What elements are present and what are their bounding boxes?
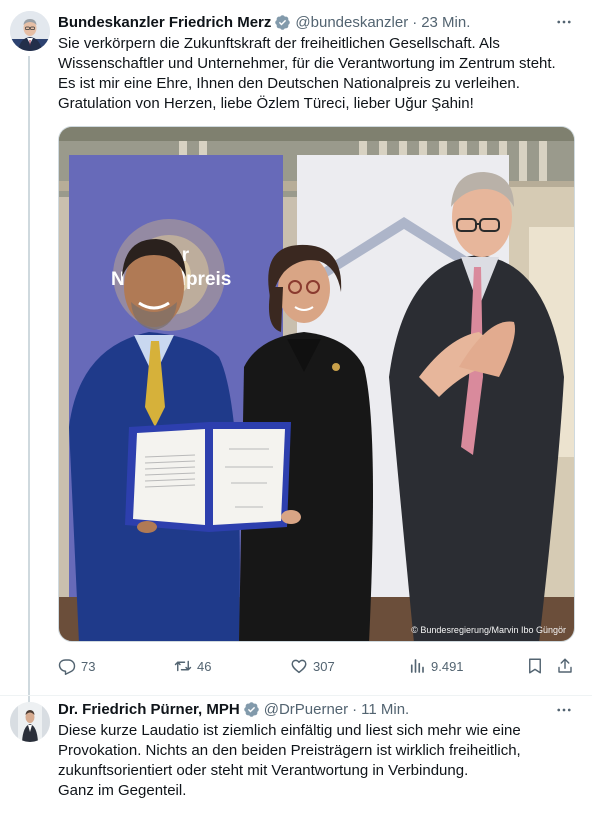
tweet-text-line: Diese kurze Laudatio ist ziemlich einfäl… (58, 722, 521, 739)
tweet-timestamp[interactable]: 23 Min. (421, 14, 470, 31)
views-button[interactable]: 9.491 (408, 654, 464, 678)
share-button[interactable] (556, 654, 574, 678)
avatar[interactable] (10, 702, 50, 742)
tweet-merz[interactable]: Bundeskanzler Friedrich Merz @bundeskanz… (0, 0, 592, 706)
tweet-text-line: Ganz im Gegenteil. (58, 782, 187, 799)
author-handle[interactable]: @DrPuerner (264, 701, 348, 718)
certificate-folder (125, 422, 301, 533)
verified-badge-icon[interactable] (274, 14, 291, 31)
bookmark-icon (529, 658, 541, 674)
bookmark-button[interactable] (526, 654, 544, 678)
like-count: 307 (313, 658, 335, 674)
tweet-text: Sie verkörpern die Zukunftskraft der fre… (58, 34, 578, 114)
tweet-text-line: Gratulation von Herzen, liebe Özlem Türe… (58, 95, 474, 112)
tweet-header: Bundeskanzler Friedrich Merz @bundeskanz… (58, 12, 470, 32)
award-ceremony-photo: cher Nationalpreis (59, 127, 574, 641)
tweet-header: Dr. Friedrich Pürner, MPH @DrPuerner · 1… (58, 699, 409, 719)
tweet-text: Diese kurze Laudatio ist ziemlich einfäl… (58, 721, 578, 801)
views-icon (410, 659, 424, 673)
retweet-icon (174, 660, 192, 672)
avatar-portrait (10, 702, 50, 742)
heart-icon (291, 659, 307, 674)
tweet-photo[interactable]: cher Nationalpreis (58, 126, 575, 642)
tweet-text-line: Es ist mir eine Ehre, Ihnen den Deutsche… (58, 75, 520, 92)
reply-count: 73 (81, 658, 96, 674)
retweet-button[interactable]: 46 (174, 654, 211, 678)
author-name[interactable]: Bundeskanzler Friedrich Merz (58, 14, 271, 31)
tweet-text-line: Sie verkörpern die Zukunftskraft der fre… (58, 35, 500, 52)
photo-credit: © Bundesregierung/Marvin Ibo Güngör (411, 625, 566, 635)
tweet-actions: 73 46 307 9.491 (58, 654, 578, 678)
reply-icon (58, 659, 76, 675)
reply-button[interactable]: 73 (58, 654, 95, 678)
view-count: 9.491 (431, 658, 464, 674)
tweet-text-line: zukunftsorientiert oder steht mit Verant… (58, 762, 469, 779)
avatar[interactable] (10, 11, 50, 51)
tweet-text-line: Wissenschaftler und Unternehmer, für die… (58, 55, 556, 72)
avatar-portrait (10, 11, 50, 51)
tweet-puerner[interactable]: Dr. Friedrich Pürner, MPH @DrPuerner · 1… (0, 695, 592, 813)
tweet-text-line: Provokation. Nichts an den beiden Preist… (58, 742, 521, 759)
author-handle[interactable]: @bundeskanzler (295, 14, 408, 31)
share-icon (558, 658, 572, 673)
author-name[interactable]: Dr. Friedrich Pürner, MPH (58, 701, 240, 718)
thread-connector-line (28, 56, 30, 706)
separator-dot: · (352, 700, 358, 718)
like-button[interactable]: 307 (290, 654, 335, 678)
separator-dot: · (412, 13, 418, 31)
more-icon[interactable] (554, 12, 574, 32)
more-icon[interactable] (554, 700, 574, 720)
verified-badge-icon[interactable] (243, 701, 260, 718)
retweet-count: 46 (197, 658, 212, 674)
tweet-timestamp[interactable]: 11 Min. (361, 701, 409, 718)
